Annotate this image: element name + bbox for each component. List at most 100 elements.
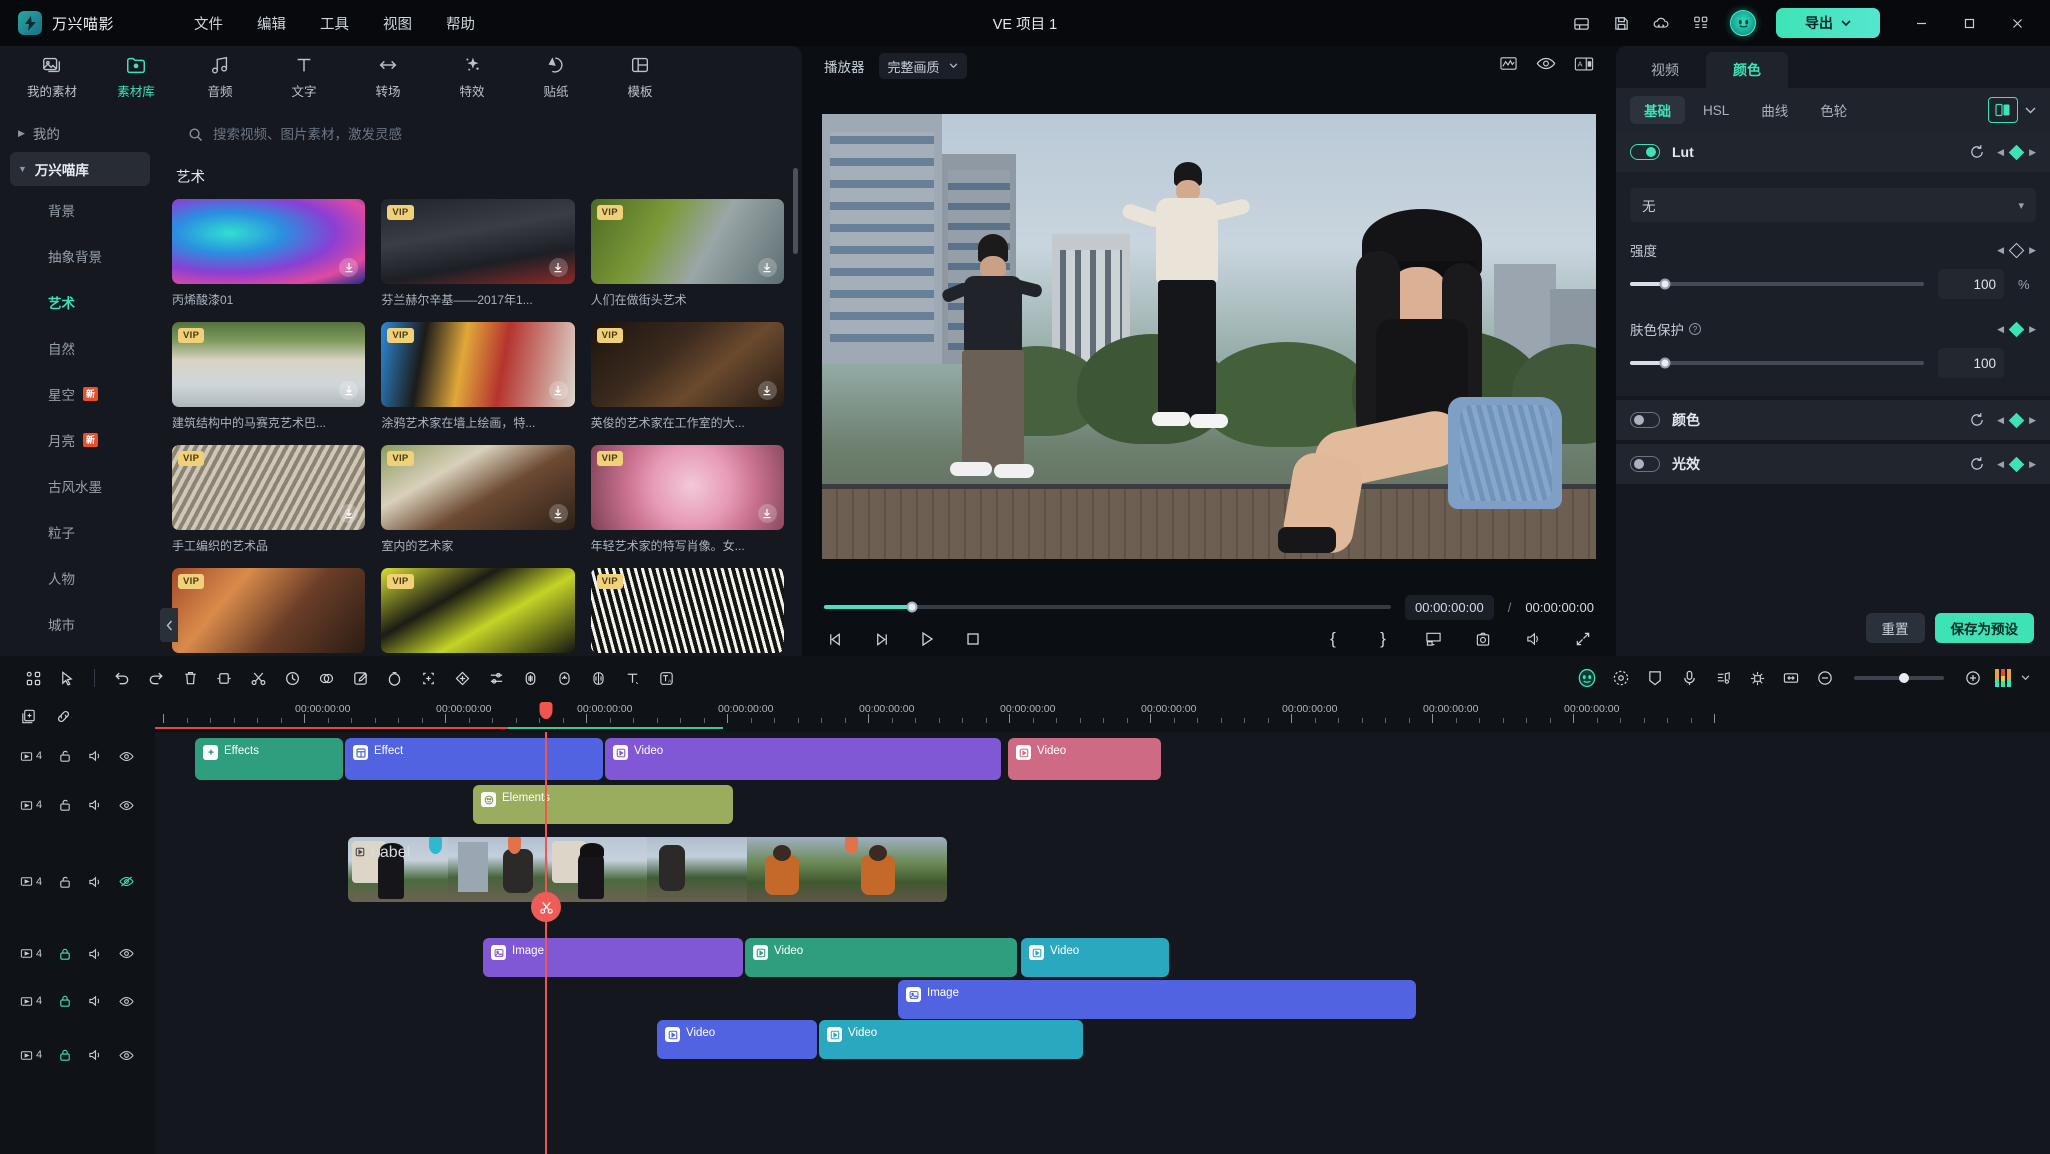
timeline-clip[interactable]: Video bbox=[819, 1020, 1083, 1059]
media-tile[interactable]: VIP bbox=[172, 568, 366, 653]
timeline-clip[interactable]: Video bbox=[1008, 738, 1161, 780]
timeline-clip[interactable]: Effect bbox=[345, 738, 603, 780]
section-light-header[interactable]: 光效 ◀ ▶ bbox=[1616, 444, 2050, 484]
timeline-clip[interactable]: Image bbox=[483, 938, 743, 977]
lut-preset-dropdown[interactable]: 无 ▾ bbox=[1630, 188, 2036, 222]
track-volume-icon[interactable] bbox=[88, 798, 103, 812]
subtab-hsl[interactable]: HSL bbox=[1689, 96, 1743, 124]
beat-icon[interactable] bbox=[1706, 661, 1740, 695]
category-item-background[interactable]: 背景 bbox=[10, 188, 150, 232]
unlock-icon[interactable] bbox=[58, 798, 72, 812]
grid-apps-icon[interactable] bbox=[1684, 6, 1718, 40]
keyframe-marker-icon[interactable] bbox=[2008, 144, 2025, 160]
audio-detach-icon[interactable] bbox=[513, 661, 547, 695]
text-tool-icon[interactable] bbox=[615, 661, 649, 695]
grid-view-icon[interactable] bbox=[16, 661, 50, 695]
subtab-color-wheel[interactable]: 色轮 bbox=[1806, 96, 1861, 124]
link-icon[interactable] bbox=[55, 708, 72, 725]
track-volume-icon[interactable] bbox=[88, 994, 103, 1008]
library-tab-sticker[interactable]: 贴纸 bbox=[516, 50, 596, 104]
volume-icon[interactable] bbox=[1522, 628, 1544, 650]
media-tile[interactable]: VIP bbox=[381, 568, 575, 653]
keyframe-prev-icon[interactable]: ◀ bbox=[1997, 147, 2004, 158]
keyframe-next-icon[interactable]: ▶ bbox=[2029, 245, 2036, 256]
scope-icon[interactable] bbox=[1499, 55, 1518, 77]
track-visible-icon[interactable] bbox=[119, 995, 134, 1008]
next-frame-icon[interactable] bbox=[870, 628, 892, 650]
track-volume-icon[interactable] bbox=[88, 875, 103, 889]
lock-icon[interactable] bbox=[58, 947, 72, 961]
auto-reframe-icon[interactable] bbox=[411, 661, 445, 695]
lut-toggle[interactable] bbox=[1630, 144, 1660, 160]
category-item-particle[interactable]: 粒子 bbox=[10, 510, 150, 554]
category-item-people[interactable]: 人物 bbox=[10, 556, 150, 600]
color-levels-icon[interactable] bbox=[1990, 661, 2016, 695]
library-tab-transition[interactable]: 转场 bbox=[348, 50, 428, 104]
select-tool-icon[interactable] bbox=[50, 661, 84, 695]
light-toggle[interactable] bbox=[1630, 456, 1660, 472]
menu-view[interactable]: 视图 bbox=[383, 13, 412, 34]
zoom-slider-handle[interactable] bbox=[1899, 673, 1910, 683]
keyframe-next-icon[interactable]: ▶ bbox=[2029, 147, 2036, 158]
keyframe-next-icon[interactable]: ▶ bbox=[2029, 415, 2036, 426]
media-tile[interactable]: VIP 年轻艺术家的特写肖像。女... bbox=[590, 445, 784, 554]
download-icon[interactable] bbox=[548, 381, 568, 400]
reset-icon[interactable] bbox=[1969, 412, 1985, 428]
media-tile[interactable]: VIP 室内的艺术家 bbox=[381, 445, 575, 554]
timeline-clip[interactable]: Image bbox=[898, 980, 1416, 1019]
mask-icon[interactable] bbox=[309, 661, 343, 695]
category-item-nature[interactable]: 自然 bbox=[10, 326, 150, 370]
audio-ducking-icon[interactable] bbox=[547, 661, 581, 695]
search-input[interactable] bbox=[213, 126, 774, 142]
timeline-clip[interactable]: Effects bbox=[195, 738, 343, 780]
edit-marker-icon[interactable] bbox=[343, 661, 377, 695]
unlock-icon[interactable] bbox=[58, 875, 72, 889]
skin-protect-value[interactable]: 100 bbox=[1938, 348, 2004, 378]
zoom-in-icon[interactable] bbox=[1956, 661, 1990, 695]
download-icon[interactable] bbox=[757, 504, 777, 523]
intensity-slider-handle[interactable] bbox=[1659, 278, 1671, 290]
compare-icon[interactable]: A bbox=[1574, 56, 1594, 77]
adjust-icon[interactable] bbox=[479, 661, 513, 695]
download-icon[interactable] bbox=[339, 381, 359, 400]
keyframe-next-icon[interactable]: ▶ bbox=[2029, 459, 2036, 470]
reset-icon[interactable] bbox=[1969, 144, 1985, 160]
section-color-header[interactable]: 颜色 ◀ ▶ bbox=[1616, 400, 2050, 440]
color-toggle[interactable] bbox=[1630, 412, 1660, 428]
timeline-clip[interactable]: Elements bbox=[473, 785, 733, 824]
category-root-stock[interactable]: ▼ 万兴喵库 bbox=[10, 152, 150, 186]
library-tab-my-media[interactable]: 我的素材 bbox=[12, 50, 92, 104]
playhead-handle[interactable] bbox=[539, 702, 553, 719]
keyframe-prev-icon[interactable]: ◀ bbox=[1997, 415, 2004, 426]
snapshot-grid-icon[interactable] bbox=[1740, 661, 1774, 695]
export-button[interactable]: 导出 bbox=[1776, 8, 1880, 38]
save-icon[interactable] bbox=[1604, 6, 1638, 40]
timeline-clip[interactable]: Video bbox=[1021, 938, 1169, 977]
record-icon[interactable] bbox=[1604, 661, 1638, 695]
play-icon[interactable] bbox=[916, 628, 938, 650]
progress-handle[interactable] bbox=[906, 601, 918, 613]
keyframe-prev-icon[interactable]: ◀ bbox=[1997, 324, 2004, 335]
current-time[interactable]: 00:00:00:00 bbox=[1405, 594, 1494, 620]
redo-icon[interactable] bbox=[139, 661, 173, 695]
category-root-mine[interactable]: ▶ 我的 bbox=[10, 116, 150, 150]
timeline-canvas[interactable]: 00:00:00:00 00:00:00:00 00:00:00:00 00:0… bbox=[155, 700, 2050, 1154]
category-item-city[interactable]: 城市 bbox=[10, 602, 150, 646]
properties-scroll[interactable]: Lut ◀ ▶ 无 ▾ 强度 ◀ ▶ 100 % 肤色保护 ? ◀ ▶ 100 … bbox=[1616, 132, 2050, 600]
intensity-slider[interactable] bbox=[1630, 278, 1924, 290]
keyframe-marker-icon[interactable] bbox=[2008, 456, 2025, 472]
category-item-starry[interactable]: 星空 新 bbox=[10, 372, 150, 416]
menu-file[interactable]: 文件 bbox=[194, 13, 223, 34]
mark-in-icon[interactable]: { bbox=[1322, 628, 1344, 650]
download-icon[interactable] bbox=[757, 258, 777, 277]
lock-icon[interactable] bbox=[58, 994, 72, 1008]
timeline-clip[interactable]: Video bbox=[605, 738, 1001, 780]
subtab-curves[interactable]: 曲线 bbox=[1747, 96, 1802, 124]
clip-marker[interactable] bbox=[845, 837, 858, 854]
minimize-icon[interactable] bbox=[1900, 7, 1942, 39]
eye-icon[interactable] bbox=[1536, 56, 1556, 76]
download-icon[interactable] bbox=[548, 504, 568, 523]
snapshot-icon[interactable] bbox=[1472, 628, 1494, 650]
category-item-ink[interactable]: 古风水墨 bbox=[10, 464, 150, 508]
skin-protect-slider[interactable] bbox=[1630, 357, 1924, 369]
